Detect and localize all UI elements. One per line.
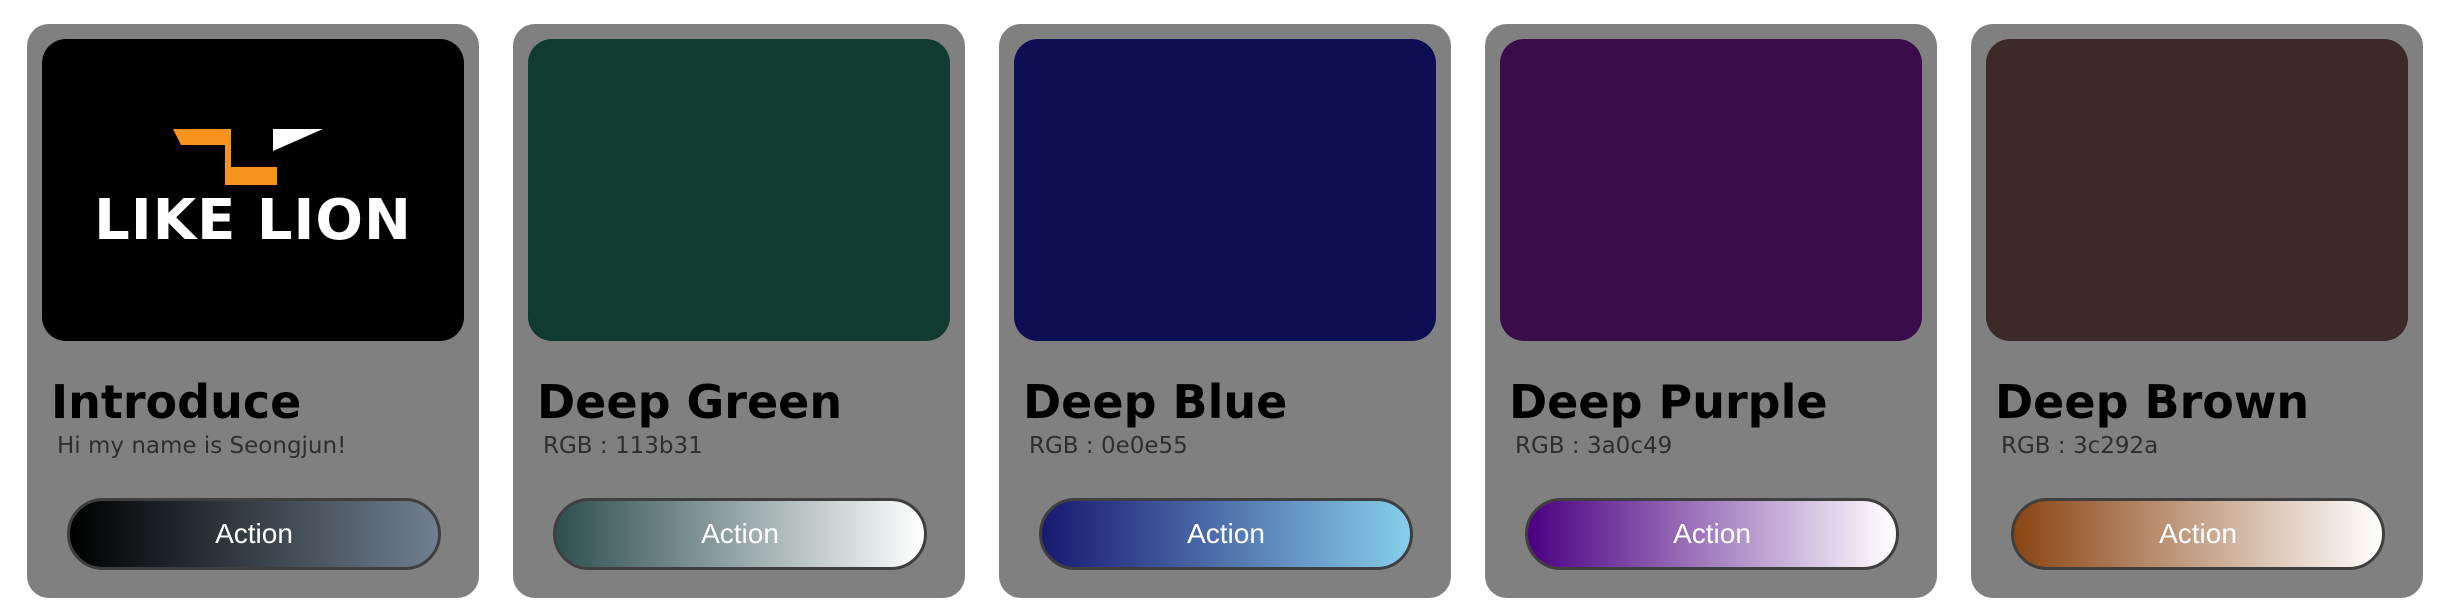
color-swatch	[1500, 39, 1922, 341]
color-swatch	[1986, 39, 2408, 341]
card-image-likelion-logo: LIKE LION	[42, 39, 464, 341]
action-button[interactable]: Action	[1039, 498, 1413, 570]
card-title: Deep Purple	[1509, 375, 1828, 429]
card-deep-green: Deep Green RGB : 113b31 Action	[513, 24, 965, 598]
logo-white-flag-shape	[273, 129, 323, 151]
likelion-logo: LIKE LION	[42, 39, 464, 341]
color-swatch	[1014, 39, 1436, 341]
color-card-row: LIKE LION Introduce Hi my name is Seongj…	[0, 0, 2446, 610]
card-deep-brown: Deep Brown RGB : 3c292a Action	[1971, 24, 2423, 598]
card-deep-purple: Deep Purple RGB : 3a0c49 Action	[1485, 24, 1937, 598]
card-rgb-value: RGB : 0e0e55	[1029, 433, 1188, 459]
card-deep-blue: Deep Blue RGB : 0e0e55 Action	[999, 24, 1451, 598]
action-button[interactable]: Action	[553, 498, 927, 570]
card-title: Deep Green	[537, 375, 843, 429]
action-button[interactable]: Action	[2011, 498, 2385, 570]
action-button[interactable]: Action	[1525, 498, 1899, 570]
card-rgb-value: RGB : 113b31	[543, 433, 703, 459]
card-rgb-value: RGB : 3a0c49	[1515, 433, 1673, 459]
likelion-logo-icon	[173, 129, 323, 185]
card-introduce: LIKE LION Introduce Hi my name is Seongj…	[27, 24, 479, 598]
logo-wordmark: LIKE LION	[94, 188, 412, 253]
card-subtitle: Hi my name is Seongjun!	[57, 433, 347, 459]
action-button[interactable]: Action	[67, 498, 441, 570]
card-title: Deep Blue	[1023, 375, 1288, 429]
card-title: Deep Brown	[1995, 375, 2310, 429]
card-rgb-value: RGB : 3c292a	[2001, 433, 2159, 459]
logo-accent-shape	[173, 129, 277, 185]
color-swatch	[528, 39, 950, 341]
card-title: Introduce	[51, 375, 302, 429]
